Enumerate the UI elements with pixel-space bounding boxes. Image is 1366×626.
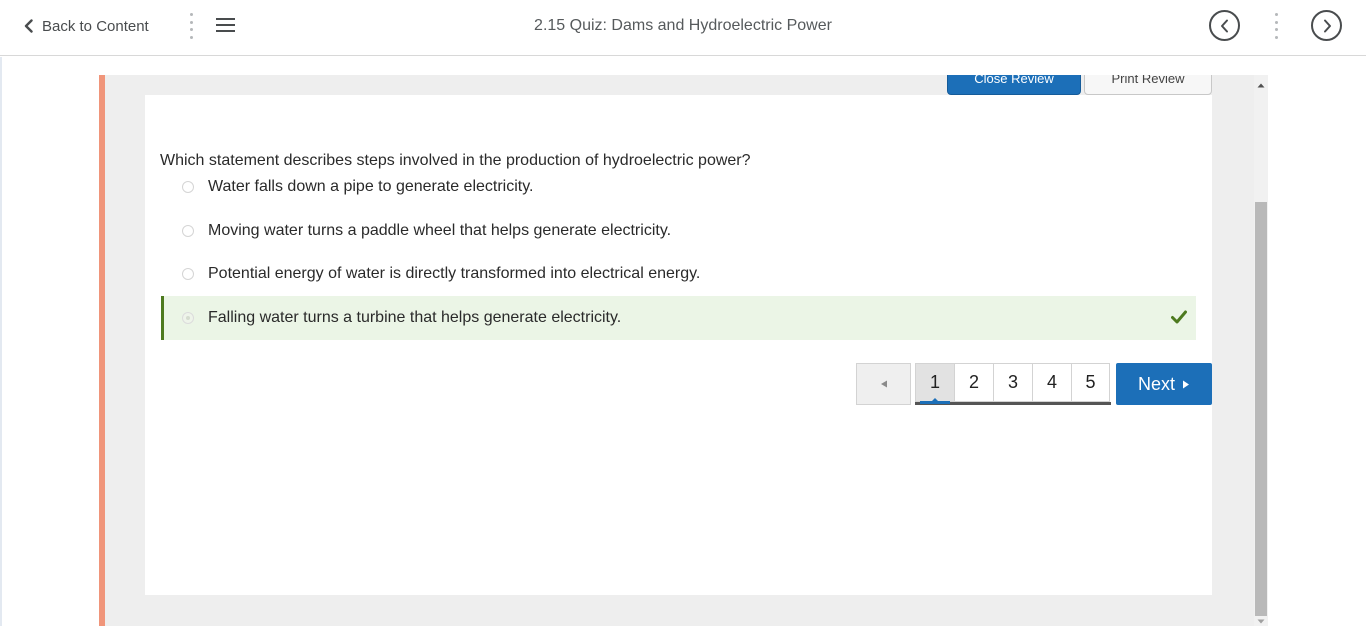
question-pager: 1 2 3 4 5 bbox=[915, 363, 1111, 405]
page-number-1[interactable]: 1 bbox=[915, 363, 954, 404]
next-question-button[interactable]: Next bbox=[1116, 363, 1212, 405]
back-to-content-label: Back to Content bbox=[42, 17, 149, 35]
back-to-content-link[interactable]: Back to Content bbox=[24, 14, 149, 38]
answer-option[interactable]: Potential energy of water is directly tr… bbox=[161, 252, 1196, 296]
answer-label: Potential energy of water is directly tr… bbox=[208, 265, 701, 282]
vertical-dots-divider bbox=[189, 13, 193, 39]
triangle-right-icon bbox=[1183, 380, 1189, 388]
page-number-3[interactable]: 3 bbox=[993, 363, 1032, 402]
print-review-button[interactable]: Print Review bbox=[1084, 75, 1212, 95]
radio-button[interactable] bbox=[182, 181, 194, 193]
chevron-right-icon bbox=[1323, 19, 1331, 32]
answer-option[interactable]: Moving water turns a paddle wheel that h… bbox=[161, 209, 1196, 253]
radio-button[interactable] bbox=[182, 268, 194, 280]
close-review-button[interactable]: Close Review bbox=[947, 75, 1081, 95]
chevron-left-icon bbox=[1220, 19, 1228, 32]
previous-question-button[interactable] bbox=[856, 363, 911, 405]
chevron-left-icon bbox=[24, 19, 33, 33]
question-card: Which statement describes steps involved… bbox=[145, 95, 1212, 595]
scrollbar-thumb[interactable] bbox=[1255, 202, 1267, 616]
answer-option-correct[interactable]: Falling water turns a turbine that helps… bbox=[161, 296, 1196, 340]
answer-option[interactable]: Water falls down a pipe to generate elec… bbox=[161, 165, 1196, 209]
answer-label: Water falls down a pipe to generate elec… bbox=[208, 178, 534, 195]
radio-button-selected[interactable] bbox=[182, 312, 194, 324]
next-topic-button[interactable] bbox=[1311, 10, 1342, 41]
page-left-edge bbox=[0, 57, 2, 626]
answer-label: Moving water turns a paddle wheel that h… bbox=[208, 222, 672, 239]
quiz-review-frame: Close Review Print Review Which statemen… bbox=[105, 75, 1254, 626]
page-number-2[interactable]: 2 bbox=[954, 363, 993, 402]
triangle-left-icon bbox=[880, 380, 887, 388]
scroll-down-arrow-icon[interactable] bbox=[1254, 617, 1268, 626]
next-label: Next bbox=[1137, 373, 1175, 394]
page-title: 2.15 Quiz: Dams and Hydroelectric Power bbox=[534, 17, 832, 34]
vertical-dots-divider bbox=[1274, 13, 1278, 39]
checkmark-icon bbox=[1171, 310, 1187, 324]
scrollbar[interactable] bbox=[1254, 75, 1268, 626]
previous-topic-button[interactable] bbox=[1209, 10, 1240, 41]
page-number-5[interactable]: 5 bbox=[1071, 363, 1110, 402]
radio-button[interactable] bbox=[182, 225, 194, 237]
page-number-4[interactable]: 4 bbox=[1032, 363, 1071, 402]
top-bar: Back to Content 2.15 Quiz: Dams and Hydr… bbox=[0, 0, 1366, 56]
answer-label: Falling water turns a turbine that helps… bbox=[208, 309, 622, 326]
menu-icon[interactable] bbox=[216, 17, 236, 33]
scroll-up-arrow-icon[interactable] bbox=[1254, 79, 1268, 91]
